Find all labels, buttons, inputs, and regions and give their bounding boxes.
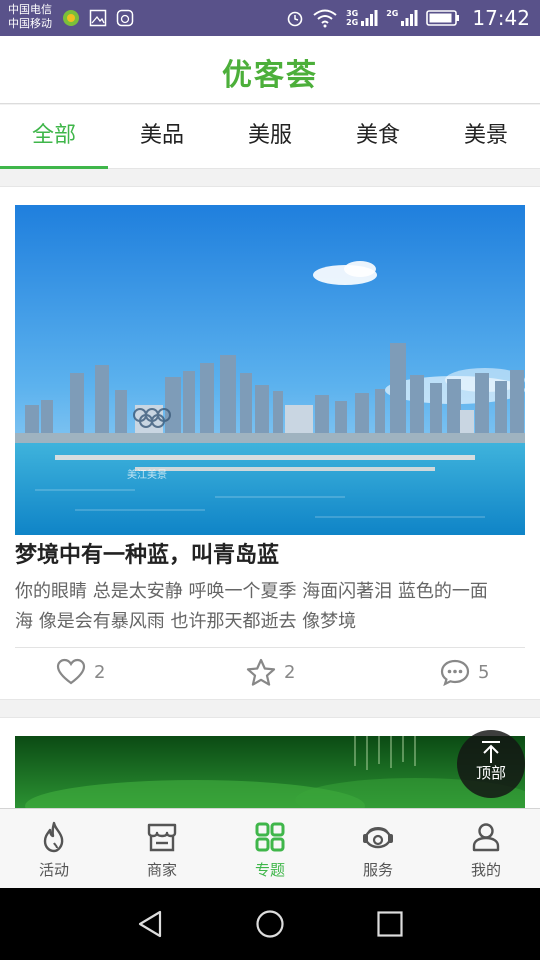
bottom-navigation: 活动 商家 专题 服务 我的 [0,808,540,888]
nav-item-profile[interactable]: 我的 [432,809,540,888]
signal-bars-icon [401,10,418,26]
alarm-icon [287,11,303,27]
recent-apps-icon[interactable] [374,908,406,940]
tab-scenery[interactable]: 美景 [432,105,540,168]
forest-image [15,736,525,816]
headset-icon [363,827,393,849]
battery-icon [426,10,460,26]
city-skyline-image: 美江美景 [15,205,525,535]
nav-label: 专题 [254,861,285,879]
favorite-count: 2 [284,661,296,683]
topic-title[interactable]: 梦境中有一种蓝，叫青岛蓝 [15,539,525,573]
back-to-top-button[interactable]: 顶部 [457,730,525,798]
nav-label: 我的 [470,861,501,879]
android-notification-icon [116,9,134,27]
tab-food[interactable]: 美食 [324,105,432,168]
signal-2: 2G 4G [386,9,418,27]
like-count: 2 [94,661,106,683]
system-navigation-bar [0,888,540,960]
app-header: 优客荟 [0,36,540,104]
star-icon [246,658,276,686]
nav-label: 服务 [362,861,393,879]
clock: 17:42 [472,6,530,30]
app-logo: 优客荟 [222,58,318,93]
topic-description: 你的眼睛 总是太安静 呼唤一个夏季 海面闪著泪 蓝色的一面 海 像是会有暴风雨 … [15,577,527,637]
carrier-2: 中国移动 [8,17,52,30]
arrow-up-icon [482,741,500,763]
carrier-info: 中国电信 中国移动 [8,3,52,31]
tab-all[interactable]: 全部 [0,105,108,169]
tab-services[interactable]: 美服 [216,105,324,168]
carrier-1: 中国电信 [8,3,52,16]
network-label-3: 2G [386,9,399,18]
comment-button[interactable]: 5 [440,657,489,687]
nav-item-topics[interactable]: 专题 [216,809,324,888]
image-notification-icon [89,9,107,27]
nav-label: 活动 [38,861,69,879]
divider [15,647,525,648]
description-line: 海 像是会有暴风雨 也许那天都逝去 像梦境 [15,611,357,632]
flame-icon [43,821,64,853]
store-icon [147,823,177,852]
app-notification-icon [63,10,79,26]
user-icon [472,823,500,852]
grid-icon [255,822,285,852]
signal-bars-icon [361,10,378,26]
back-to-top-label: 顶部 [475,764,506,782]
topic-image[interactable]: 美江美景 [15,205,525,535]
back-icon[interactable] [134,908,166,940]
topic-image[interactable] [15,736,525,816]
image-watermark: 美江美景 [127,468,167,481]
signal-1: 3G 2G [346,9,378,27]
topic-card[interactable]: 美江美景 梦境中有一种蓝，叫青岛蓝 你的眼睛 总是太安静 呼唤一个夏季 海面闪著… [0,186,540,700]
nav-label: 商家 [146,861,177,879]
comment-icon [440,659,470,686]
nav-item-activities[interactable]: 活动 [0,809,108,888]
network-label-1: 3G [346,9,359,18]
category-tabs: 全部 美品 美服 美食 美景 [0,105,540,169]
description-line: 你的眼睛 总是太安静 呼唤一个夏季 海面闪著泪 蓝色的一面 [15,581,488,602]
wifi-icon [313,9,337,28]
home-icon[interactable] [254,908,286,940]
status-bar: 中国电信 中国移动 3G 2G 2G 17:42 [0,0,540,36]
heart-icon [56,658,86,685]
comment-count: 5 [478,661,490,683]
network-label-2: 2G [346,18,359,27]
like-button[interactable]: 2 [56,657,105,687]
nav-item-services[interactable]: 服务 [324,809,432,888]
favorite-button[interactable]: 2 [246,657,295,687]
nav-item-merchants[interactable]: 商家 [108,809,216,888]
tab-products[interactable]: 美品 [108,105,216,168]
